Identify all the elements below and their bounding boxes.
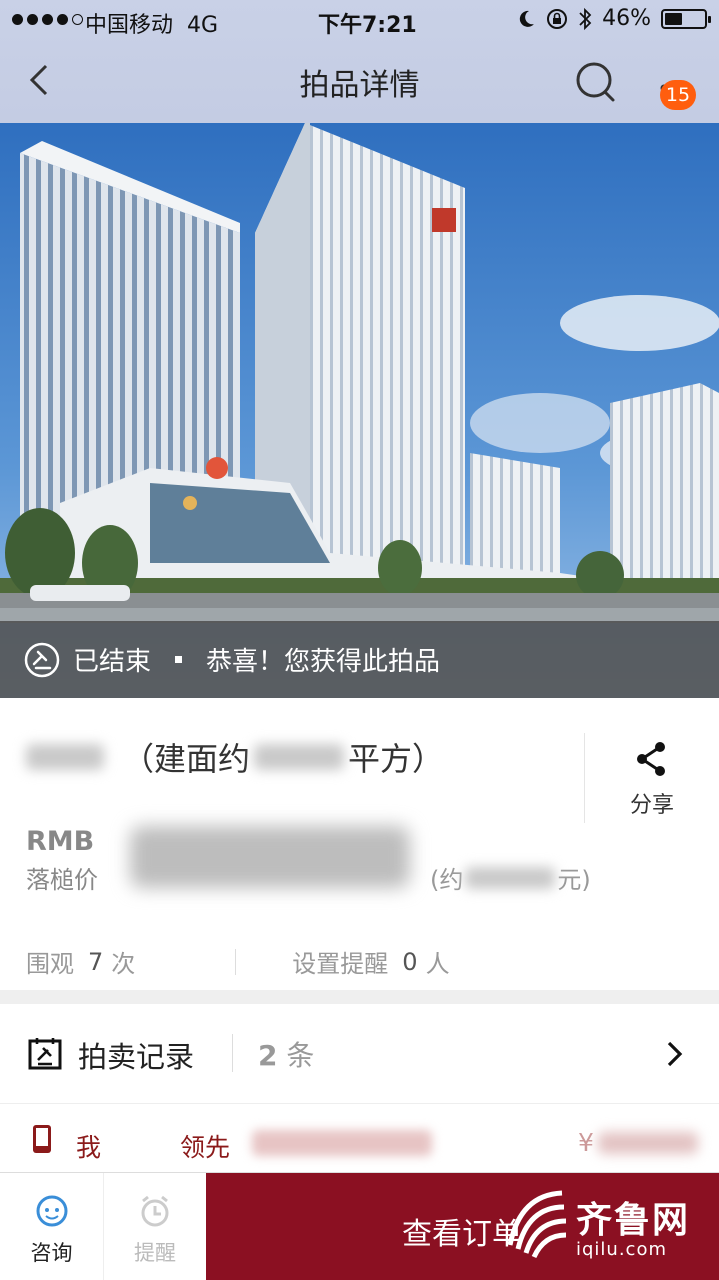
status-right: 46% — [516, 6, 711, 31]
chevron-right-icon — [667, 1041, 683, 1067]
bidder-name: 我 — [76, 1133, 102, 1162]
page: 中国移动 4G 下午7:21 46% 拍品详情 15 已结束 恭喜！您获得此拍品… — [0, 0, 719, 1280]
share-icon — [637, 742, 665, 776]
redacted-text — [254, 744, 345, 770]
auction-records-row[interactable]: 拍卖记录 2 条 — [0, 1004, 719, 1104]
top-bar: 中国移动 4G 下午7:21 46% 拍品详情 15 — [0, 0, 719, 123]
watermark-logo-icon — [507, 1190, 567, 1259]
bottom-toolbar: 咨询 提醒 查看订单 齐鲁网 iqilu.com — [0, 1172, 719, 1280]
redacted-text — [465, 866, 556, 889]
price-approx: (约 元) — [430, 860, 591, 895]
separator-dot — [175, 656, 183, 663]
views-unit: 次 — [111, 950, 136, 978]
divider — [232, 1034, 233, 1072]
approx-prefix: (约 — [430, 866, 464, 894]
battery-icon — [661, 8, 711, 29]
records-count-value: 2 — [258, 1039, 278, 1072]
watermark: 齐鲁网 iqilu.com — [498, 1183, 698, 1273]
building-rendering — [0, 123, 719, 698]
currency-symbol: ¥ — [578, 1128, 594, 1157]
consult-label: 咨询 — [30, 1241, 73, 1265]
bid-status: 领先 — [180, 1133, 231, 1162]
reminders-count: 0 — [402, 947, 418, 976]
bluetooth-icon — [579, 7, 592, 30]
phone-icon — [33, 1125, 51, 1153]
lot-title-start: （建面约 — [122, 740, 251, 778]
share-label: 分享 — [629, 793, 674, 818]
stats-row: 围观 7 次 设置提醒 0 人 — [26, 944, 450, 979]
divider — [235, 948, 237, 975]
auction-status-bar: 已结束 恭喜！您获得此拍品 — [0, 621, 719, 698]
records-unit: 条 — [286, 1039, 315, 1072]
redacted-text — [26, 744, 104, 770]
lot-title-end: 平方） — [348, 740, 445, 778]
remind-label: 提醒 — [134, 1241, 176, 1265]
section-gap — [0, 990, 719, 1004]
records-count: 2 条 — [258, 1034, 314, 1074]
redacted-text — [597, 1131, 698, 1154]
lot-info: （建面约 平方） 分享 RMB 落槌价 (约 元) 围观 7 次 设置提醒 0 … — [0, 698, 719, 990]
search-icon[interactable] — [574, 60, 618, 104]
lot-image: 已结束 恭喜！您获得此拍品 — [0, 123, 719, 698]
gavel-icon — [24, 642, 60, 677]
notification-badge: 15 — [660, 80, 696, 110]
views-label: 围观 — [26, 950, 74, 978]
status-bar: 中国移动 4G 下午7:21 46% — [0, 0, 719, 40]
battery-percent: 46% — [602, 6, 651, 31]
hammer-price-redacted — [130, 826, 410, 888]
bid-amount: ¥ — [578, 1128, 698, 1157]
lot-title: （建面约 平方） — [26, 734, 444, 780]
reminders-label: 设置提醒 — [292, 950, 389, 978]
price-label: 落槌价 — [26, 866, 98, 894]
watermark-name: 齐鲁网 — [576, 1200, 691, 1241]
rotation-lock-icon — [547, 8, 568, 29]
alarm-clock-icon — [141, 1195, 169, 1227]
records-label: 拍卖记录 — [78, 1040, 195, 1074]
bid-record-row: 我 领先 ¥ — [0, 1104, 719, 1172]
watermark-url: iqilu.com — [576, 1239, 668, 1260]
auction-message: 恭喜！您获得此拍品 — [206, 647, 441, 677]
auction-state: 已结束 — [73, 647, 152, 677]
price-currency: RMB — [26, 826, 95, 857]
share-button[interactable]: 分享 — [584, 733, 719, 823]
remind-button[interactable]: 提醒 — [103, 1173, 206, 1280]
nav-bar: 拍品详情 15 — [0, 40, 719, 123]
consult-button[interactable]: 咨询 — [0, 1173, 103, 1280]
bid-time-redacted — [252, 1130, 432, 1156]
approx-suffix: 元) — [557, 866, 591, 894]
views-count: 7 — [88, 947, 104, 976]
calendar-gavel-icon — [28, 1038, 62, 1070]
chat-bubble-icon — [36, 1195, 67, 1227]
carrier-label: 中国移动 4G — [85, 13, 219, 38]
reminders-unit: 人 — [425, 950, 450, 978]
signal-icon — [12, 14, 83, 25]
status-time: 下午7:21 — [318, 13, 417, 38]
moon-icon — [519, 10, 535, 27]
